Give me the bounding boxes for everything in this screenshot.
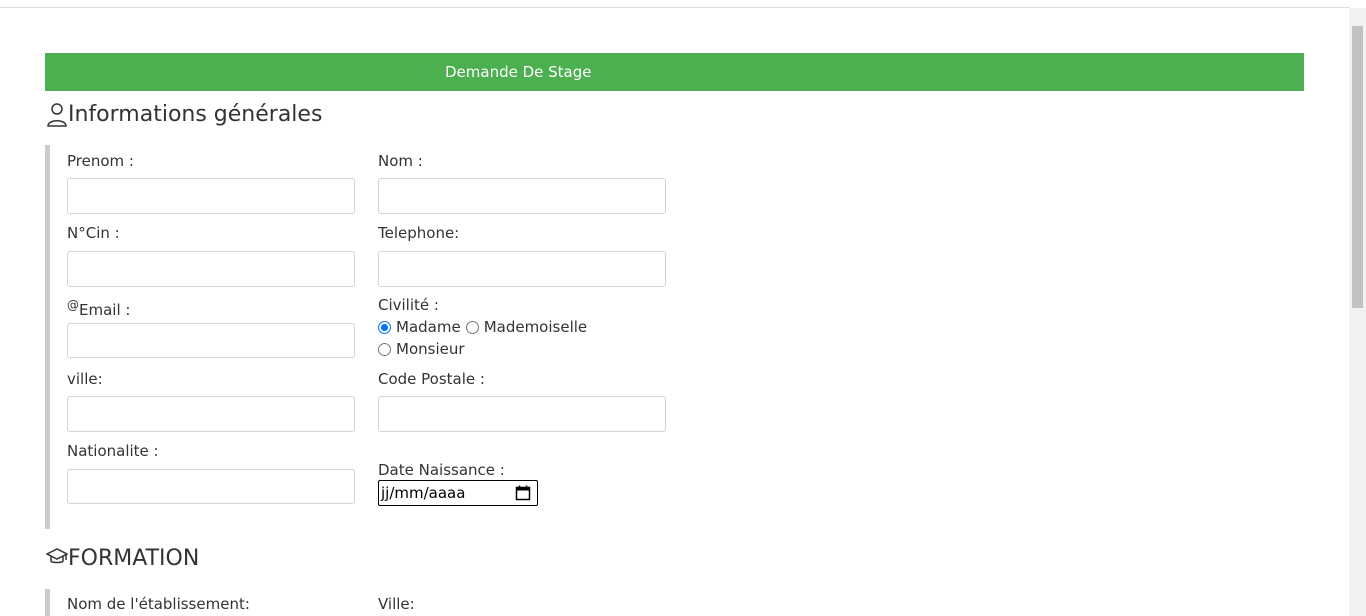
- radio-mademoiselle-label: Mademoiselle: [483, 318, 588, 336]
- section-divider-general: [45, 145, 50, 529]
- section-title-formation: FORMATION: [68, 546, 200, 571]
- radio-monsieur[interactable]: [378, 342, 391, 356]
- email-input[interactable]: [67, 323, 355, 358]
- telephone-label: Telephone:: [378, 224, 460, 242]
- section-title-general: Informations générales: [68, 102, 323, 127]
- civilite-label: Civilité :: [378, 296, 439, 314]
- at-icon: @: [67, 298, 79, 312]
- cin-label: N°Cin :: [67, 224, 120, 242]
- section-header-general: Informations générales: [46, 102, 322, 128]
- user-icon: [46, 102, 68, 128]
- graduation-cap-icon: [45, 546, 69, 572]
- calendar-icon[interactable]: [515, 485, 531, 505]
- vertical-scrollbar[interactable]: [1349, 8, 1366, 616]
- etablissement-label: Nom de l'établissement:: [67, 595, 250, 613]
- nom-label: Nom :: [378, 152, 423, 170]
- banner-title: Demande De Stage: [445, 63, 592, 81]
- date-naissance-label: Date Naissance :: [378, 461, 505, 479]
- ville-input[interactable]: [67, 396, 355, 432]
- radio-madame[interactable]: [378, 320, 391, 334]
- scrollbar-thumb[interactable]: [1352, 26, 1363, 308]
- form-banner: Demande De Stage: [45, 53, 1304, 91]
- radio-madame-label: Madame: [396, 318, 461, 336]
- radio-monsieur-label: Monsieur: [396, 340, 465, 358]
- nationalite-label: Nationalite :: [67, 442, 159, 460]
- nationalite-input[interactable]: [67, 469, 355, 504]
- date-naissance-input[interactable]: jj/mm/aaaa: [378, 480, 538, 506]
- civilite-radio-group-row2: Monsieur: [378, 340, 465, 358]
- top-border: [0, 7, 1350, 8]
- code-postal-input[interactable]: [378, 396, 666, 432]
- civilite-radio-group: Madame Mademoiselle: [378, 318, 587, 336]
- prenom-label: Prenom :: [67, 152, 134, 170]
- formation-ville-label: Ville:: [378, 595, 415, 613]
- section-divider-formation: [45, 589, 50, 616]
- email-label: @Email :: [67, 296, 130, 319]
- date-placeholder: jj/mm/aaaa: [381, 484, 466, 502]
- prenom-input[interactable]: [67, 178, 355, 214]
- section-header-formation: FORMATION: [45, 546, 200, 572]
- radio-mademoiselle[interactable]: [465, 320, 479, 334]
- cin-input[interactable]: [67, 251, 355, 287]
- nom-input[interactable]: [378, 178, 666, 214]
- telephone-input[interactable]: [378, 251, 666, 287]
- ville-label: ville:: [67, 370, 103, 388]
- email-label-text: Email :: [79, 301, 131, 319]
- code-postal-label: Code Postale :: [378, 370, 485, 388]
